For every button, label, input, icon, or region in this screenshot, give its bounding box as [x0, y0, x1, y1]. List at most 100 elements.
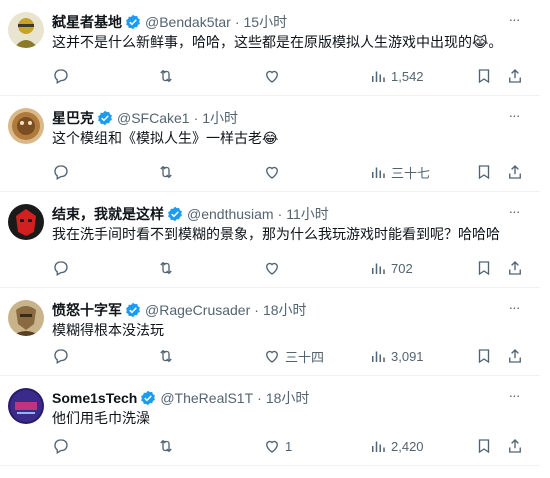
- tweet[interactable]: Some1sTech @TheRealS1T · 18小时 ··· 他们用毛巾洗…: [0, 376, 540, 466]
- share-button[interactable]: [506, 66, 524, 86]
- retweet-button[interactable]: [157, 346, 179, 366]
- verified-badge-icon: [125, 302, 141, 318]
- view-count: 2,420: [391, 438, 424, 454]
- display-name[interactable]: 星巴克: [52, 108, 94, 128]
- heart-icon: [266, 350, 278, 363]
- more-options-icon[interactable]: ···: [504, 388, 524, 408]
- tweet-header: 弑星者基地 @Bendak5tar · 15小时: [52, 12, 287, 32]
- bookmark-button[interactable]: [475, 162, 493, 182]
- tweet-text: 模糊得根本没法玩: [52, 322, 164, 338]
- tweet-text: 这并不是什么新鲜事，哈哈，这些都是在原版模拟人生游戏中出现的😹。: [52, 34, 503, 50]
- display-name[interactable]: 愤怒十字军: [52, 300, 122, 320]
- like-button[interactable]: [263, 66, 285, 86]
- like-button[interactable]: [263, 162, 285, 182]
- avatar[interactable]: [8, 388, 44, 424]
- retweet-icon: [160, 69, 172, 83]
- views-button[interactable]: 三十七: [369, 162, 430, 182]
- share-button[interactable]: [506, 258, 524, 278]
- timestamp[interactable]: 18小时: [263, 300, 307, 320]
- analytics-icon: [372, 441, 385, 452]
- share-icon: [509, 165, 521, 179]
- bookmark-button[interactable]: [475, 66, 493, 86]
- heart-icon: [266, 166, 278, 179]
- share-button[interactable]: [506, 346, 524, 366]
- user-handle[interactable]: @RageCrusader: [145, 302, 250, 318]
- user-handle[interactable]: @TheRealS1T: [160, 390, 253, 406]
- tweet-header: Some1sTech @TheRealS1T · 18小时: [52, 388, 309, 408]
- reply-icon: [54, 165, 68, 180]
- retweet-icon: [160, 165, 172, 179]
- heart-icon: [266, 70, 278, 83]
- share-button[interactable]: [506, 436, 524, 456]
- timestamp[interactable]: 1小时: [202, 108, 238, 128]
- verified-badge-icon: [167, 206, 183, 222]
- separator: ·: [257, 390, 262, 406]
- avatar[interactable]: [8, 12, 44, 48]
- timestamp[interactable]: 11小时: [286, 204, 329, 224]
- retweet-icon: [160, 439, 172, 453]
- retweet-icon: [160, 349, 172, 363]
- like-count: 三十四: [285, 349, 325, 365]
- heart-icon: [266, 262, 278, 275]
- tweet-actions: 1 2,420: [52, 436, 526, 456]
- analytics-icon: [372, 263, 385, 274]
- display-name[interactable]: 结束，我就是这样: [52, 204, 164, 224]
- retweet-icon: [160, 261, 172, 275]
- reply-icon: [54, 261, 68, 276]
- retweet-button[interactable]: [157, 66, 179, 86]
- more-options-icon[interactable]: ···: [504, 300, 524, 320]
- tweet-header: 结束，我就是这样 @endthusiam · 11小时: [52, 204, 329, 224]
- bookmark-button[interactable]: [475, 436, 493, 456]
- user-handle[interactable]: @endthusiam: [187, 206, 274, 222]
- bookmark-button[interactable]: [475, 346, 493, 366]
- like-button[interactable]: 1: [263, 436, 292, 456]
- avatar[interactable]: [8, 204, 44, 240]
- view-count: 三十七: [391, 165, 431, 181]
- user-handle[interactable]: @SFCake1: [117, 110, 190, 126]
- more-options-icon[interactable]: ···: [504, 108, 524, 128]
- reply-button[interactable]: [52, 346, 74, 366]
- bookmark-icon: [478, 349, 490, 364]
- retweet-button[interactable]: [157, 258, 179, 278]
- views-button[interactable]: 3,091: [369, 346, 424, 366]
- retweet-button[interactable]: [157, 162, 179, 182]
- tweet-actions: 三十七: [52, 162, 526, 182]
- emoji: 😹。: [472, 34, 503, 50]
- share-button[interactable]: [506, 162, 524, 182]
- analytics-icon: [372, 167, 385, 178]
- tweet-actions: 三十四 3,091: [52, 346, 526, 366]
- share-icon: [509, 349, 521, 363]
- verified-badge-icon: [125, 14, 141, 30]
- bookmark-button[interactable]: [475, 258, 493, 278]
- more-options-icon[interactable]: ···: [504, 204, 524, 224]
- reply-button[interactable]: [52, 258, 74, 278]
- like-count: 1: [285, 438, 293, 454]
- timestamp[interactable]: 15小时: [244, 12, 288, 32]
- views-button[interactable]: 702: [369, 258, 413, 278]
- tweet[interactable]: 弑星者基地 @Bendak5tar · 15小时 ··· 这并不是什么新鲜事，哈…: [0, 0, 540, 96]
- views-button[interactable]: 1,542: [369, 66, 424, 86]
- user-handle[interactable]: @Bendak5tar: [145, 14, 231, 30]
- like-button[interactable]: [263, 258, 285, 278]
- display-name[interactable]: 弑星者基地: [52, 12, 122, 32]
- bookmark-icon: [478, 69, 490, 84]
- avatar[interactable]: [8, 108, 44, 144]
- tweet-actions: 1,542: [52, 66, 526, 86]
- reply-button[interactable]: [52, 66, 74, 86]
- reply-button[interactable]: [52, 436, 74, 456]
- display-name[interactable]: Some1sTech: [52, 390, 137, 406]
- views-button[interactable]: 2,420: [369, 436, 424, 456]
- reply-button[interactable]: [52, 162, 74, 182]
- timestamp[interactable]: 18小时: [266, 388, 310, 408]
- separator: ·: [254, 302, 259, 318]
- tweet[interactable]: 愤怒十字军 @RageCrusader · 18小时 ··· 模糊得根本没法玩 …: [0, 288, 540, 376]
- avatar[interactable]: [8, 300, 44, 336]
- tweet[interactable]: 星巴克 @SFCake1 · 1小时 ··· 这个模组和《模拟人生》一样古老😂: [0, 96, 540, 192]
- more-options-icon[interactable]: ···: [504, 12, 524, 32]
- bookmark-icon: [478, 261, 490, 276]
- retweet-button[interactable]: [157, 436, 179, 456]
- separator: ·: [277, 206, 283, 222]
- tweet-text: 我在洗手间时看不到模糊的景象，那为什么我玩游戏时能看到呢？哈哈哈: [52, 226, 500, 242]
- tweet[interactable]: 结束，我就是这样 @endthusiam · 11小时 ··· 我在洗手间时看不…: [0, 192, 540, 288]
- like-button[interactable]: 三十四: [263, 346, 324, 366]
